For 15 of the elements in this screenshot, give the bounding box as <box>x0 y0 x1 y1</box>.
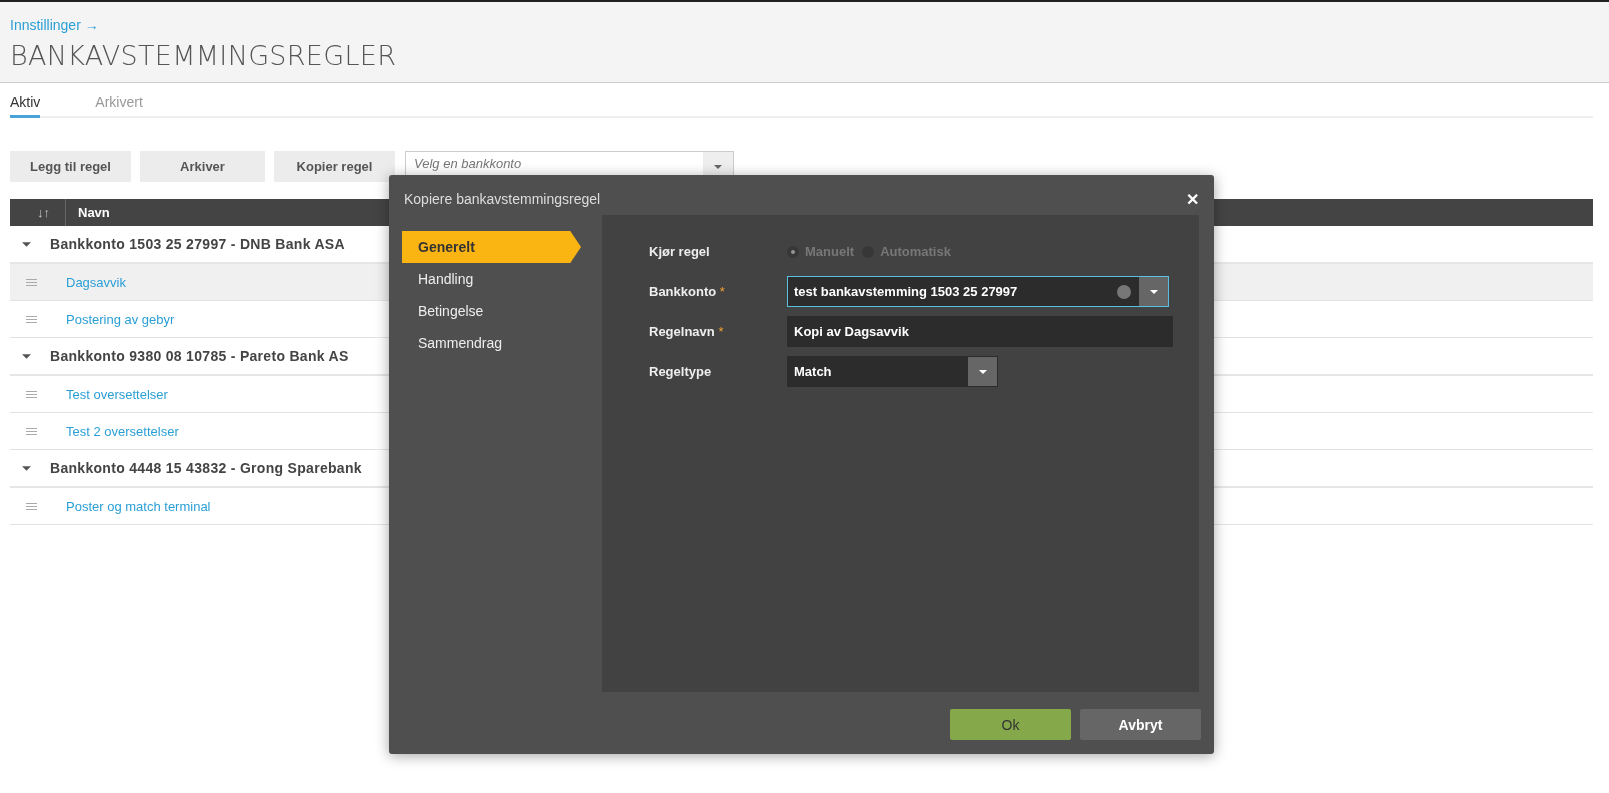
group-label: Bankkonto 1503 25 27997 - DNB Bank ASA <box>50 236 345 252</box>
field-label: Regelnavn <box>649 324 716 339</box>
required-mark: * <box>719 284 725 299</box>
combobox-value: test bankavstemming 1503 25 27997 <box>793 284 1019 299</box>
required-mark: * <box>718 324 724 339</box>
group-label: Bankkonto 9380 08 10785 - Pareto Bank AS <box>50 348 349 364</box>
column-header: Navn <box>77 205 110 220</box>
page-title: BANKAVSTEMMINGSREGLER <box>10 40 398 71</box>
select-value: Match <box>793 364 833 379</box>
dialog-title: Kopiere bankavstemmingsregel <box>404 191 601 207</box>
group-label: Bankkonto 4448 15 43832 - Grong Sparebank <box>50 460 362 476</box>
select-placeholder: Velg en bankkonto <box>413 155 523 173</box>
field-label: Kjør regel <box>649 244 710 259</box>
field-label: Bankkonto <box>649 284 718 299</box>
field-label: Regeltype <box>649 364 712 379</box>
